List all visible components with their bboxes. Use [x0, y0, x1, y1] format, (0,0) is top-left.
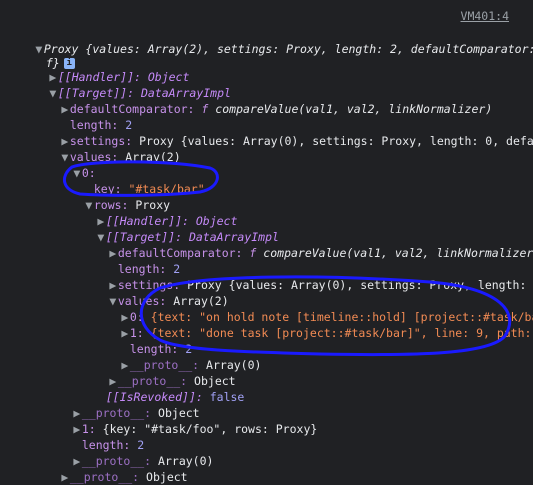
rows-row[interactable]: ▼ rows: Proxy: [70, 181, 170, 212]
length-row: length: 2: [69, 118, 133, 132]
expand-arrow-icon[interactable]: ▶: [60, 469, 70, 485]
function-icon: f: [201, 102, 209, 116]
default-comparator-row[interactable]: ▶ defaultComparator: f compareValue(val1,…: [46, 85, 492, 116]
values-item-0-row[interactable]: ▼ 0:: [58, 149, 95, 180]
values-item-1-row[interactable]: ▶ 1: {key: "#task/foo", rows: Proxy}: [58, 405, 317, 436]
function-icon: f: [249, 246, 257, 260]
rows-target-proto-row[interactable]: ▶ __proto__: Object: [94, 357, 235, 388]
rows-settings-row[interactable]: ▶ settings: Proxy {values: Array(0), sett…: [94, 261, 533, 292]
root-object-row[interactable]: ▼ Proxy {values: Array(2), settings: Prox…: [20, 25, 533, 56]
values-row[interactable]: ▼ values: Array(2): [46, 133, 180, 164]
item-0-proto-row[interactable]: ▶ __proto__: Object: [58, 389, 199, 420]
settings-row[interactable]: ▶ settings: Proxy {values: Array(0), sett…: [46, 117, 533, 148]
values-proto-row[interactable]: ▶ __proto__: Array(0): [58, 437, 213, 468]
target-proto-row[interactable]: ▶ __proto__: Object: [46, 453, 187, 484]
rows-values-length-row: length: 2: [129, 342, 193, 356]
rows-values-row[interactable]: ▼ values: Array(2): [94, 277, 228, 308]
rows-target-row[interactable]: ▼ [[Target]]: DataArrayImpl: [82, 213, 279, 244]
rows-default-comparator-row[interactable]: ▶ defaultComparator: f compareValue(val1,…: [94, 229, 533, 260]
source-link[interactable]: VM401:4: [461, 9, 509, 23]
values-length-row: length: 2: [81, 438, 145, 452]
rows-values-item-1-row[interactable]: ▶ 1: {text: "done task [project::#task/ba…: [106, 309, 533, 340]
key-row: key: "#task/bar": [93, 182, 205, 196]
rows-values-item-0-row[interactable]: ▶ 0: {text: "on hold note [timeline::hold…: [106, 293, 533, 324]
target-row[interactable]: ▼ [[Target]]: DataArrayImpl: [34, 69, 231, 100]
rows-values-proto-row[interactable]: ▶ __proto__: Array(0): [106, 341, 261, 372]
is-revoked-row: [[IsRevoked]]: false: [105, 390, 245, 404]
rows-length-row: length: 2: [117, 262, 181, 276]
handler-row[interactable]: ▶ [[Handler]]: Object: [34, 53, 189, 84]
rows-handler-row[interactable]: ▶ [[Handler]]: Object: [82, 197, 237, 228]
